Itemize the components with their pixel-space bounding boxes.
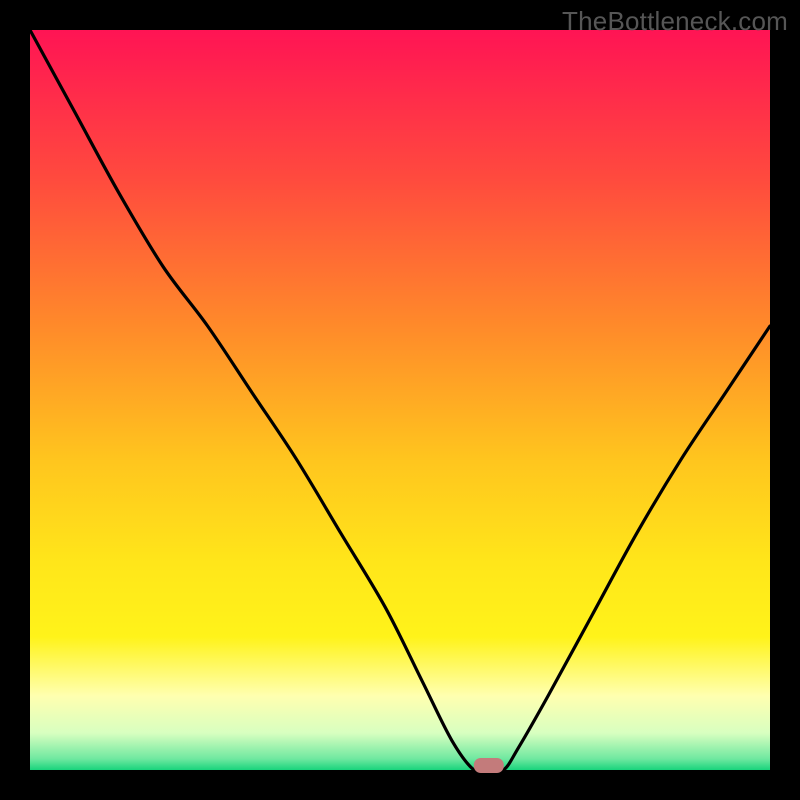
chart-frame: TheBottleneck.com bbox=[0, 0, 800, 800]
bottleneck-chart bbox=[0, 0, 800, 800]
plot-gradient bbox=[30, 30, 770, 770]
optimal-marker bbox=[474, 758, 504, 773]
watermark-text: TheBottleneck.com bbox=[562, 6, 788, 37]
